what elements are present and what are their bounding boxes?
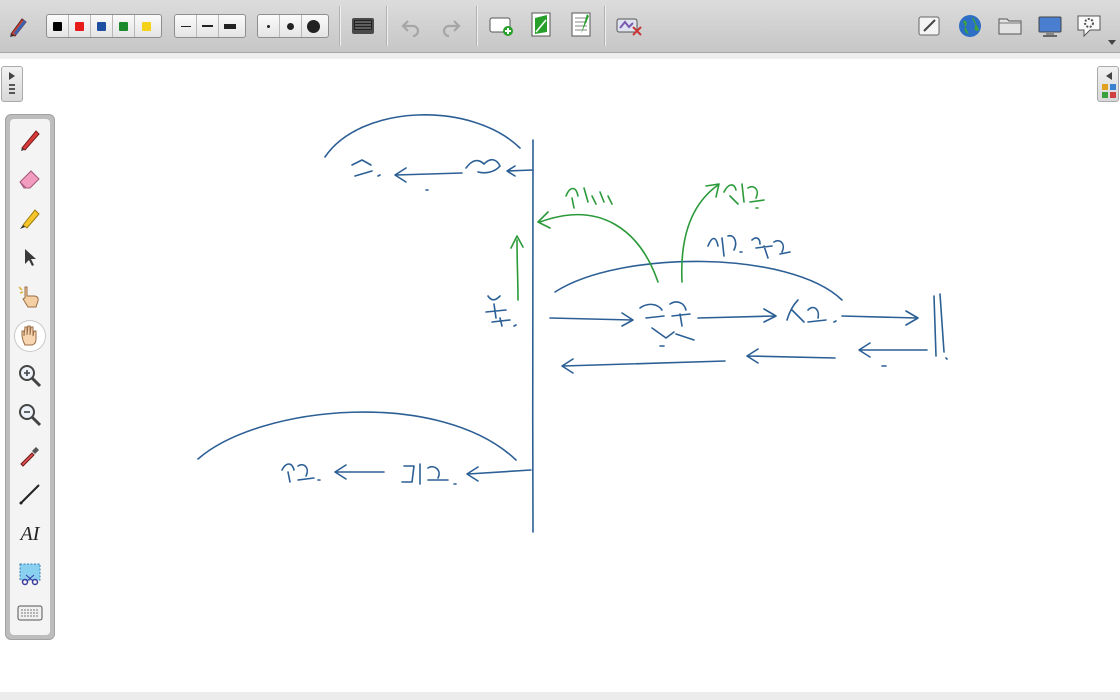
handwriting-bottom-left: [281, 463, 321, 483]
arrow-mid-3: [841, 310, 919, 326]
green-arrow-left-curve: [537, 211, 659, 283]
arrow-top-left: [394, 167, 463, 183]
center-vertical-line: [531, 139, 535, 533]
arrow-top-right: [506, 165, 534, 177]
top-arc: [324, 114, 521, 158]
arrow-mid-1: [549, 312, 634, 327]
bottom-arc: [197, 411, 517, 461]
handwriting-mid-2: [786, 299, 837, 323]
handwriting-bottom-mid: [401, 463, 457, 485]
arrow-mid-2: [697, 308, 777, 323]
handwriting-top-center: [465, 158, 501, 174]
middle-arc: [554, 260, 843, 301]
green-arrow-up: [510, 235, 524, 301]
arrow-bottom-1: [334, 464, 385, 480]
handwriting-top-left: [351, 159, 381, 177]
arrow-return-1: [858, 342, 928, 358]
bottom-strip: [0, 692, 1120, 700]
handwriting-mid-1: [639, 301, 695, 347]
arrow-return-2: [746, 348, 836, 364]
handwriting-top-right: [707, 234, 791, 259]
arrow-bottom-2: [466, 466, 532, 482]
double-bar: [933, 293, 948, 360]
arrow-return-3: [561, 358, 726, 374]
drawing-canvas[interactable]: [0, 0, 1120, 700]
green-ink-strokes: [510, 183, 765, 301]
blue-ink-strokes: [197, 114, 948, 533]
green-handwriting-right: [723, 183, 765, 209]
handwriting-mid-left: [485, 295, 517, 327]
green-handwriting-left: [565, 187, 613, 209]
green-arrow-right-curve: [680, 183, 720, 283]
